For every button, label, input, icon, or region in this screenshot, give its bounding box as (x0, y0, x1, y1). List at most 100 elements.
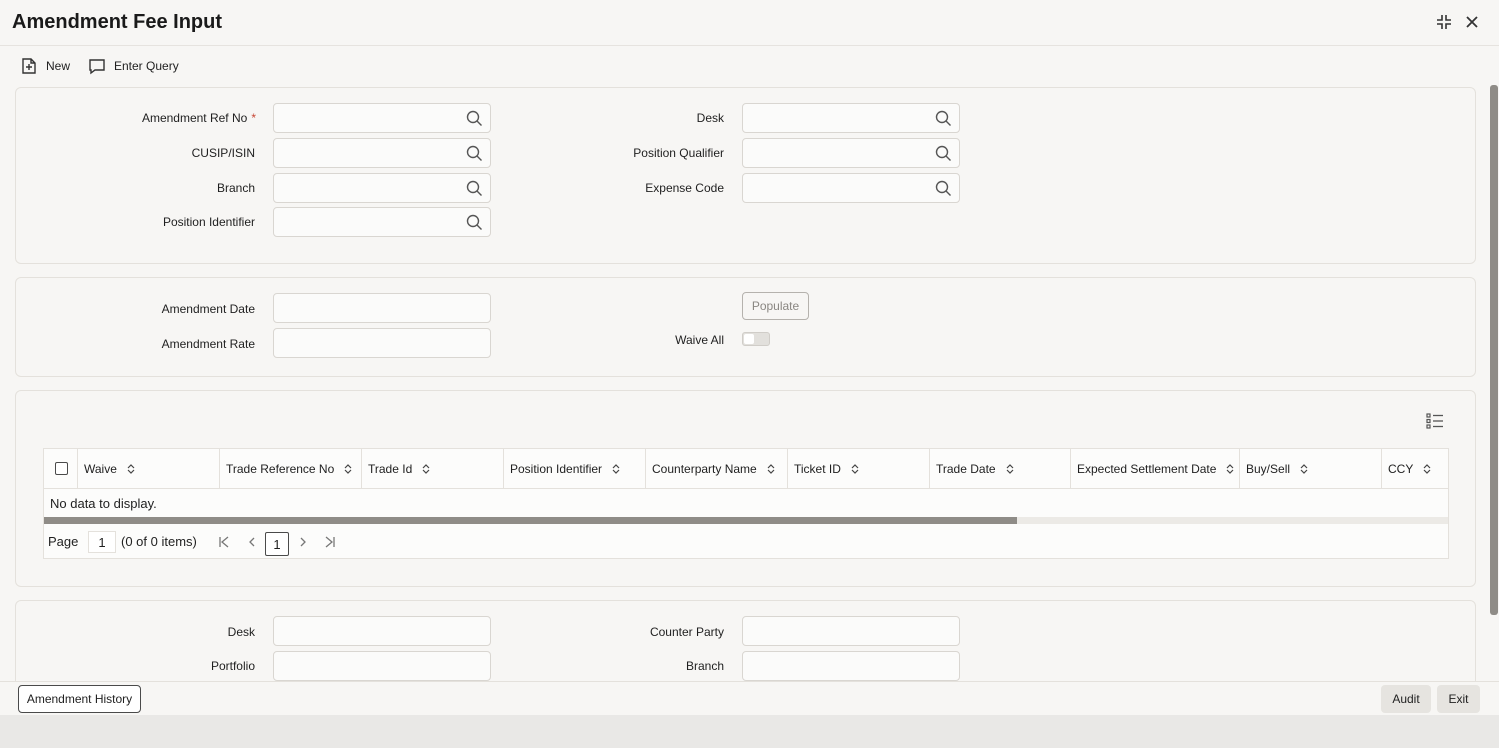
amendment-ref-no-input[interactable] (274, 104, 454, 132)
column-waive[interactable]: Waive (78, 449, 220, 489)
sort-icon[interactable] (1006, 464, 1014, 474)
amendment-rate-input[interactable] (274, 329, 454, 357)
column-expected-settlement-date[interactable]: Expected Settlement Date (1071, 449, 1240, 489)
column-ticket-id[interactable]: Ticket ID (788, 449, 930, 489)
desk-input[interactable] (743, 104, 923, 132)
amendment-ref-no-label: Amendment Ref No * (141, 111, 256, 125)
position-qualifier-field[interactable] (742, 138, 960, 168)
sort-icon[interactable] (851, 464, 859, 474)
portfolio-label: Portfolio (210, 659, 255, 673)
minimize-icon[interactable] (1434, 12, 1454, 32)
search-icon[interactable] (935, 145, 952, 162)
position-identifier-field[interactable] (273, 207, 491, 237)
populate-button[interactable]: Populate (742, 292, 809, 320)
column-ccy[interactable]: CCY (1382, 449, 1448, 489)
details-desk-label: Desk (227, 625, 255, 639)
branch-label: Branch (216, 181, 255, 195)
items-count: (0 of 0 items) (121, 534, 197, 549)
position-identifier-input[interactable] (274, 208, 454, 236)
new-label: New (46, 59, 71, 73)
cusip-isin-input[interactable] (274, 139, 454, 167)
pagination: Page 1 (0 of 0 items) 1 (44, 525, 1448, 559)
details-branch-input[interactable] (743, 652, 923, 680)
branch-field[interactable] (273, 173, 491, 203)
search-icon[interactable] (466, 214, 483, 231)
sort-icon[interactable] (127, 464, 135, 474)
search-icon[interactable] (935, 180, 952, 197)
sort-icon[interactable] (767, 464, 775, 474)
sort-icon[interactable] (1300, 464, 1308, 474)
amendment-rate-label: Amendment Rate (161, 337, 255, 351)
sort-icon[interactable] (422, 464, 430, 474)
new-document-icon (22, 58, 36, 74)
previous-page-icon[interactable] (247, 536, 257, 548)
desk-field[interactable] (742, 103, 960, 133)
column-trade-id[interactable]: Trade Id (362, 449, 504, 489)
sort-icon[interactable] (612, 464, 620, 474)
grid-header: Waive Trade Reference No Trade Id Positi… (44, 449, 1448, 489)
first-page-icon[interactable] (218, 536, 230, 548)
column-list-icon[interactable] (1426, 413, 1444, 429)
exit-button[interactable]: Exit (1437, 685, 1480, 713)
sort-icon[interactable] (344, 464, 352, 474)
amendment-date-field[interactable] (273, 293, 491, 323)
criteria-panel: Amendment Ref No * CUSIP/ISIN Branch Posi… (15, 87, 1476, 264)
details-desk-input[interactable] (274, 617, 454, 645)
vertical-scrollbar[interactable] (1490, 85, 1498, 615)
no-data-message: No data to display. (50, 496, 157, 511)
enter-query-label: Enter Query (114, 59, 179, 73)
details-branch-field[interactable] (742, 651, 960, 681)
amendment-rate-field[interactable] (273, 328, 491, 358)
amendment-history-button[interactable]: Amendment History (18, 685, 141, 713)
column-position-identifier[interactable]: Position Identifier (504, 449, 646, 489)
new-button[interactable]: New (20, 56, 70, 76)
last-page-icon[interactable] (324, 536, 336, 548)
page-number-input[interactable]: 1 (88, 531, 116, 553)
counter-party-field[interactable] (742, 616, 960, 646)
details-branch-label: Branch (685, 659, 724, 673)
search-icon[interactable] (466, 145, 483, 162)
position-qualifier-input[interactable] (743, 139, 923, 167)
column-trade-date[interactable]: Trade Date (930, 449, 1071, 489)
desk-label: Desk (696, 111, 724, 125)
portfolio-input[interactable] (274, 652, 454, 680)
position-qualifier-label: Position Qualifier (633, 146, 724, 160)
amendment-ref-no-field[interactable] (273, 103, 491, 133)
search-icon[interactable] (466, 180, 483, 197)
counter-party-input[interactable] (743, 617, 923, 645)
expense-code-input[interactable] (743, 174, 923, 202)
trades-grid: Waive Trade Reference No Trade Id Positi… (43, 448, 1449, 559)
query-bubble-icon (89, 59, 105, 75)
amendment-date-label: Amendment Date (161, 302, 255, 316)
page-title: Amendment Fee Input (12, 11, 223, 33)
expense-code-field[interactable] (742, 173, 960, 203)
search-icon[interactable] (466, 110, 483, 127)
waive-all-toggle[interactable] (742, 332, 770, 346)
waive-all-label: Waive All (675, 333, 724, 347)
current-page[interactable]: 1 (265, 532, 289, 556)
horizontal-scrollbar[interactable] (44, 517, 1448, 524)
scrollbar-thumb[interactable] (44, 517, 1017, 524)
portfolio-field[interactable] (273, 651, 491, 681)
close-icon[interactable] (1462, 12, 1482, 32)
sort-icon[interactable] (1423, 464, 1431, 474)
search-icon[interactable] (935, 110, 952, 127)
select-all-checkbox[interactable] (55, 462, 68, 475)
enter-query-button[interactable]: Enter Query (88, 56, 179, 76)
cusip-isin-label: CUSIP/ISIN (191, 146, 255, 160)
amendment-panel: Amendment Date Amendment Rate Populate W… (15, 277, 1476, 377)
details-desk-field[interactable] (273, 616, 491, 646)
column-buy-sell[interactable]: Buy/Sell (1240, 449, 1382, 489)
audit-button[interactable]: Audit (1381, 685, 1431, 713)
sort-icon[interactable] (1226, 464, 1234, 474)
branch-input[interactable] (274, 174, 454, 202)
toolbar: New Enter Query (0, 54, 600, 78)
trades-panel: Waive Trade Reference No Trade Id Positi… (15, 390, 1476, 587)
required-mark: * (251, 111, 256, 125)
column-trade-reference-no[interactable]: Trade Reference No (220, 449, 362, 489)
title-bar: Amendment Fee Input (0, 0, 1499, 46)
next-page-icon[interactable] (298, 536, 308, 548)
cusip-isin-field[interactable] (273, 138, 491, 168)
amendment-date-input[interactable] (274, 294, 454, 322)
column-counterparty-name[interactable]: Counterparty Name (646, 449, 788, 489)
